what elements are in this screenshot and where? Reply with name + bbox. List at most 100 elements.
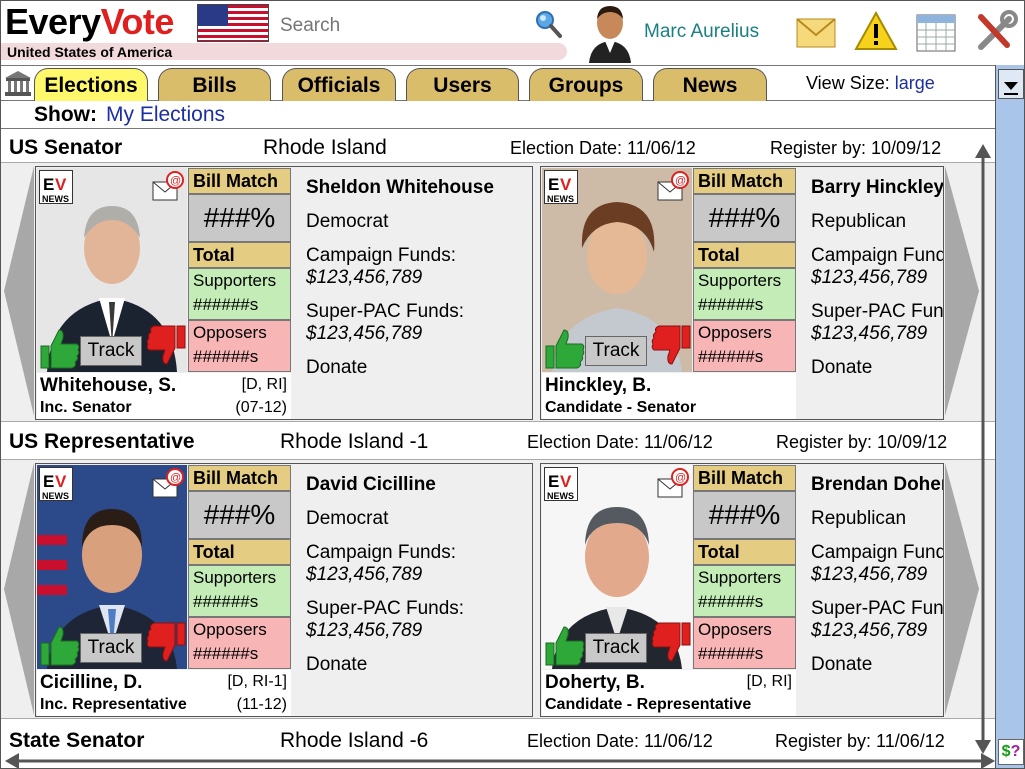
search-input[interactable] <box>280 14 520 38</box>
candidate-photo[interactable]: E V NEWS @ Track <box>37 168 187 372</box>
opposers-count: ######s <box>698 644 764 663</box>
match-stats: Bill Match ###% Total Supporters ######s … <box>188 168 291 372</box>
section-header-state-senator: State Senator Rhode Island -6 Election D… <box>1 725 995 755</box>
avatar[interactable] <box>585 3 635 63</box>
tab-users[interactable]: Users <box>406 68 519 101</box>
us-flag-icon <box>197 4 269 42</box>
track-button[interactable]: Track <box>585 633 647 663</box>
total-label: Total <box>188 242 291 268</box>
ev-news-badge[interactable]: E V NEWS <box>39 467 73 501</box>
opposers-box[interactable]: Opposers ######s <box>188 617 291 669</box>
tab-groups[interactable]: Groups <box>529 68 643 101</box>
track-button[interactable]: Track <box>585 336 647 366</box>
contact-email-icon[interactable]: @ <box>151 467 185 501</box>
candidate-full-name[interactable]: David Cicilline <box>306 474 531 496</box>
thumbs-down-icon[interactable] <box>145 621 187 665</box>
calendar-icon[interactable] <box>913 9 959 55</box>
candidate-name-box: Hinckley, B. Candidate - Senator <box>542 373 796 419</box>
svg-text:E: E <box>548 472 559 491</box>
view-size[interactable]: View Size: large <box>806 73 935 94</box>
warning-icon[interactable] <box>853 9 899 55</box>
thumbs-down-icon[interactable] <box>145 324 187 368</box>
mail-icon[interactable] <box>793 9 839 55</box>
logo[interactable]: EveryVote <box>5 3 174 41</box>
candidate-party: Republican <box>811 211 907 232</box>
tab-bills[interactable]: Bills <box>158 68 271 101</box>
candidate-photo[interactable]: E V NEWS @ Track <box>542 168 692 372</box>
view-size-value[interactable]: large <box>895 73 935 93</box>
candidate-card[interactable]: E V NEWS @ Track Bill Match ###% Total Sup… <box>35 166 533 420</box>
supporters-box[interactable]: Supporters ######s <box>693 268 796 320</box>
search-icon[interactable] <box>533 9 563 39</box>
tab-news[interactable]: News <box>653 68 767 101</box>
svg-text:@: @ <box>675 472 686 484</box>
thumbs-up-icon[interactable] <box>39 623 81 667</box>
vertical-scroll-arrows[interactable] <box>974 144 992 754</box>
horizontal-scroll-arrows[interactable] <box>5 752 995 769</box>
track-button[interactable]: Track <box>80 336 142 366</box>
candidate-role: Inc. Senator <box>40 399 132 416</box>
supporters-box[interactable]: Supporters ######s <box>693 565 796 617</box>
tab-elections[interactable]: Elections <box>34 68 148 101</box>
svg-text:NEWS: NEWS <box>42 491 69 501</box>
opposers-box[interactable]: Opposers ######s <box>693 320 796 372</box>
candidate-card[interactable]: E V NEWS @ Track Bill Match ###% Total Sup… <box>540 463 944 717</box>
carousel-left-arrow[interactable] <box>4 166 34 416</box>
superpac-funds-label: Super-PAC Funds: <box>306 301 465 322</box>
candidate-card[interactable]: E V NEWS @ Track Bill Match ###% Total Sup… <box>540 166 944 420</box>
svg-text:@: @ <box>170 175 181 187</box>
opposers-box[interactable]: Opposers ######s <box>693 617 796 669</box>
opposers-count: ######s <box>193 644 259 663</box>
thumbs-up-icon[interactable] <box>544 623 586 667</box>
opposers-box[interactable]: Opposers ######s <box>188 320 291 372</box>
carousel-left-arrow[interactable] <box>4 463 34 715</box>
candidate-full-name[interactable]: Sheldon Whitehouse <box>306 177 531 199</box>
capitol-building-icon[interactable] <box>3 69 33 97</box>
user-name[interactable]: Marc Aurelius <box>644 21 759 43</box>
superpac-funds-label: Super-PAC Funds: <box>306 598 465 619</box>
candidate-card[interactable]: E V NEWS @ Track Bill Match ###% Total Sup… <box>35 463 533 717</box>
donate-link[interactable]: Donate <box>306 654 531 676</box>
supporters-box[interactable]: Supporters ######s <box>188 268 291 320</box>
supporters-label: Supporters <box>698 568 782 587</box>
logo-every: Every <box>5 1 101 42</box>
donate-link[interactable]: Donate <box>306 357 531 379</box>
candidate-full-name[interactable]: Barry Hinckley <box>811 177 943 199</box>
candidate-info: David Cicilline Democrat Campaign Funds:… <box>306 474 531 676</box>
thumbs-down-icon[interactable] <box>650 621 692 665</box>
show-filter-value[interactable]: My Elections <box>106 103 225 127</box>
candidate-party: Republican <box>811 508 907 529</box>
track-button[interactable]: Track <box>80 633 142 663</box>
contact-email-icon[interactable]: @ <box>656 170 690 204</box>
sidebar-dropdown-button[interactable] <box>998 69 1024 99</box>
candidate-photo[interactable]: E V NEWS @ Track <box>37 465 187 669</box>
candidate-role: Inc. Representative <box>40 696 187 713</box>
tools-icon[interactable] <box>973 9 1019 55</box>
ev-news-badge[interactable]: E V NEWS <box>544 170 578 204</box>
supporters-box[interactable]: Supporters ######s <box>188 565 291 617</box>
contact-email-icon[interactable]: @ <box>151 170 185 204</box>
superpac-funds-label: Super-PAC Funds: <box>811 598 943 619</box>
donate-link[interactable]: Donate <box>811 357 943 379</box>
contact-email-icon[interactable]: @ <box>656 467 690 501</box>
thumbs-up-icon[interactable] <box>544 326 586 370</box>
election-date: Election Date: 11/06/12 <box>510 138 696 158</box>
match-stats: Bill Match ###% Total Supporters ######s … <box>188 465 291 669</box>
view-size-label: View Size: <box>806 73 890 93</box>
thumbs-down-icon[interactable] <box>650 324 692 368</box>
tab-officials[interactable]: Officials <box>282 68 396 101</box>
supporters-label: Supporters <box>193 568 277 587</box>
term-range: (11-12) <box>236 696 287 713</box>
thumbs-up-icon[interactable] <box>39 326 81 370</box>
ev-news-badge[interactable]: E V NEWS <box>544 467 578 501</box>
candidate-full-name[interactable]: Brendan Doherty <box>811 474 943 496</box>
candidate-info: Brendan Doherty Republican Campaign Fund… <box>811 474 943 676</box>
svg-text:V: V <box>55 472 67 491</box>
match-stats: Bill Match ###% Total Supporters ######s … <box>693 465 796 669</box>
ev-news-badge[interactable]: E V NEWS <box>39 170 73 204</box>
candidate-photo[interactable]: E V NEWS @ Track <box>542 465 692 669</box>
money-help-button[interactable]: $? <box>998 739 1024 765</box>
donate-link[interactable]: Donate <box>811 654 943 676</box>
candidate-info: Sheldon Whitehouse Democrat Campaign Fun… <box>306 177 531 379</box>
register-by: Register by: 10/09/12 <box>776 432 948 452</box>
